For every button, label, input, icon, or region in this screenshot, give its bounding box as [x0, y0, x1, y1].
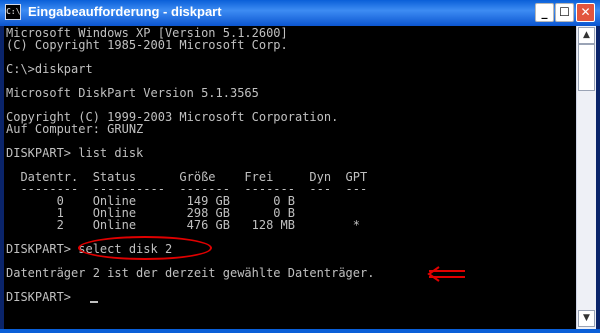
annotation-arrow-icon [427, 266, 465, 282]
console-window: C:\ Eingabeaufforderung - diskpart _ ☐ ✕… [0, 0, 600, 333]
console-output[interactable]: Microsoft Windows XP [Version 5.1.2600] … [4, 26, 576, 329]
close-button[interactable]: ✕ [576, 3, 595, 22]
console-line: C:\>diskpart [6, 62, 93, 76]
scroll-up-icon[interactable]: ▲ [578, 27, 595, 44]
vertical-scrollbar[interactable]: ▲ ▼ [576, 26, 596, 329]
console-line: Microsoft DiskPart Version 5.1.3565 [6, 86, 259, 100]
scroll-down-icon[interactable]: ▼ [578, 310, 595, 327]
disk-row: 2 Online 476 GB 128 MB * [6, 218, 361, 232]
window-frame-bottom [0, 329, 600, 333]
selection-result: Datenträger 2 ist der derzeit gewählte D… [6, 266, 375, 280]
console-line: DISKPART> list disk [6, 146, 144, 160]
console-line: (C) Copyright 1985-2001 Microsoft Corp. [6, 38, 288, 52]
console-line: Auf Computer: GRUNZ [6, 122, 144, 136]
title-bar[interactable]: C:\ Eingabeaufforderung - diskpart _ ☐ ✕ [0, 0, 600, 26]
prompt-line: DISKPART> [6, 290, 79, 304]
maximize-button[interactable]: ☐ [555, 3, 574, 22]
window-title: Eingabeaufforderung - diskpart [28, 4, 222, 19]
command-highlight-ellipse [78, 236, 212, 260]
scroll-thumb[interactable] [578, 44, 595, 91]
cmd-icon: C:\ [5, 4, 21, 20]
minimize-button[interactable]: _ [535, 3, 554, 22]
text-cursor [90, 301, 98, 303]
